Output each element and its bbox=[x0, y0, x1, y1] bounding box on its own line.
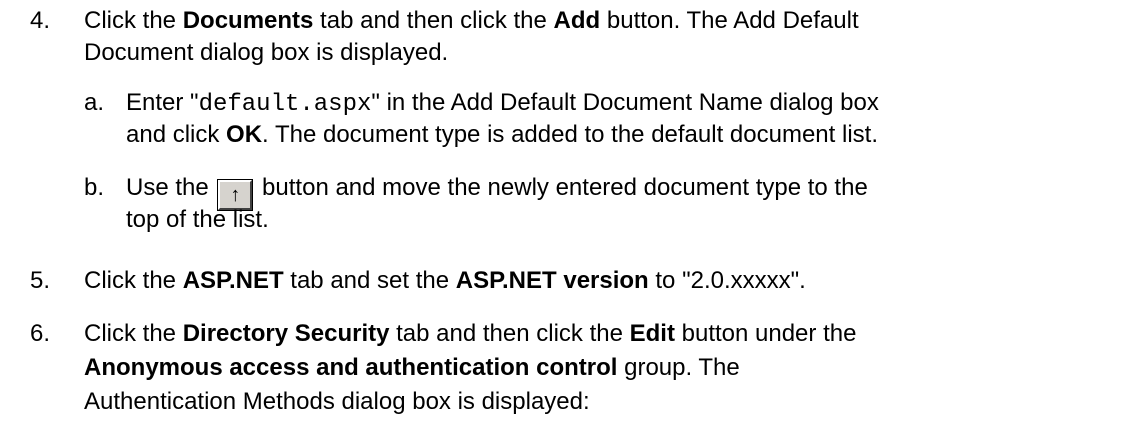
text-segment: tab and then click the bbox=[389, 320, 630, 347]
bold-term: Documents bbox=[182, 7, 314, 34]
bold-term: Add bbox=[553, 7, 601, 34]
text-segment: . The document type is added to the defa… bbox=[262, 121, 878, 148]
code-filename: default.aspx bbox=[198, 91, 372, 118]
bold-term: Anonymous access and authentication cont… bbox=[84, 354, 618, 381]
text-segment: button under the bbox=[674, 320, 857, 347]
text-segment: to "2.0.xxxxx". bbox=[648, 267, 806, 294]
text-segment: top of the list. bbox=[126, 206, 269, 233]
text-segment: tab and then click the bbox=[313, 7, 554, 34]
text-segment: button. The Add Default bbox=[600, 7, 859, 34]
step-text-line: Document dialog box is displayed. bbox=[84, 38, 448, 67]
text-segment: button and move the newly entered docume… bbox=[255, 174, 868, 201]
step-text-line: Click the Documents tab and then click t… bbox=[84, 6, 859, 35]
text-segment: Use the bbox=[126, 174, 216, 201]
text-segment: Enter " bbox=[126, 89, 199, 116]
text-segment: Document dialog box is displayed. bbox=[84, 39, 449, 66]
step-number: 5. bbox=[30, 267, 51, 294]
instruction-page: 4. Click the Documents tab and then click… bbox=[0, 0, 1135, 446]
step-number: 4. bbox=[30, 7, 51, 34]
substep-text-line: Enter "default.aspx" in the Add Default … bbox=[126, 88, 879, 119]
text-segment: Authentication Methods dialog box is dis… bbox=[84, 388, 590, 415]
text-segment: tab and set the bbox=[283, 267, 456, 294]
substep-letter: a. bbox=[84, 89, 105, 116]
step-text-line: Click the ASP.NET tab and set the ASP.NE… bbox=[84, 266, 806, 295]
text-segment: Click the bbox=[84, 320, 183, 347]
text-segment: group. The bbox=[617, 354, 740, 381]
substep-text-line: top of the list. bbox=[126, 205, 269, 234]
substep-letter: b. bbox=[84, 174, 105, 201]
substep-text-line: and click OK. The document type is added… bbox=[126, 120, 878, 149]
step-text-line: Click the Directory Security tab and the… bbox=[84, 319, 856, 348]
bold-term: OK bbox=[226, 121, 263, 148]
step-text-line: Authentication Methods dialog box is dis… bbox=[84, 387, 590, 416]
text-segment: and click bbox=[126, 121, 227, 148]
bold-term: ASP.NET bbox=[182, 267, 284, 294]
text-segment: " in the Add Default Document Name dialo… bbox=[371, 89, 879, 116]
text-segment: Click the bbox=[84, 7, 183, 34]
bold-term: ASP.NET version bbox=[455, 267, 649, 294]
step-text-line: Anonymous access and authentication cont… bbox=[84, 353, 740, 382]
bold-term: Directory Security bbox=[182, 320, 390, 347]
text-segment: Click the bbox=[84, 267, 183, 294]
bold-term: Edit bbox=[629, 320, 675, 347]
step-number: 6. bbox=[30, 320, 51, 347]
